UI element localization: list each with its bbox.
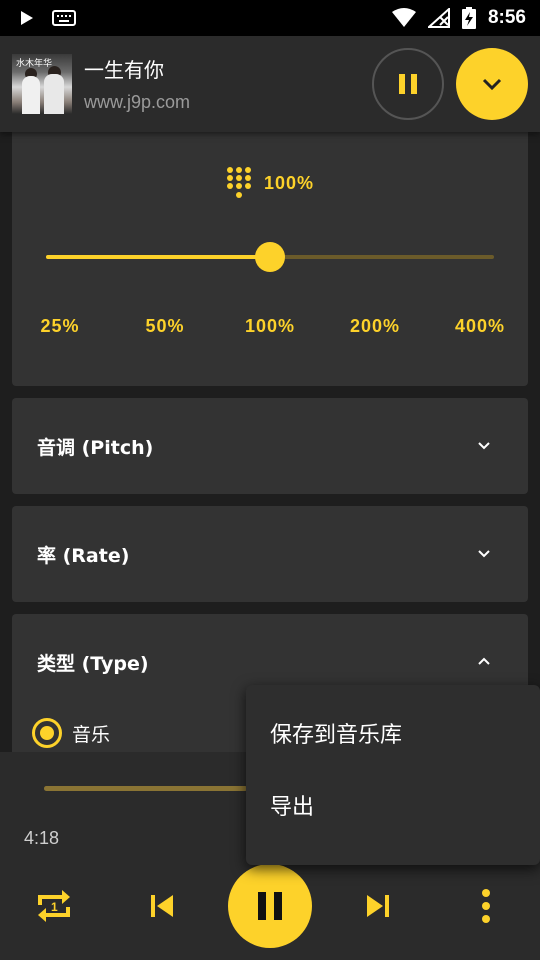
speed-ticks: 25% 50% 100% 200% 400% <box>24 316 516 337</box>
skip-next-icon <box>367 895 389 917</box>
chevron-down-icon <box>478 550 490 558</box>
more-vertical-icon <box>482 889 490 923</box>
pause-icon <box>399 74 417 94</box>
type-label: 类型 (Type) <box>37 653 149 675</box>
settings-content[interactable]: 100% 25% 50% 100% 200% 400% 音调 (Pitch) 率 (Ra… <box>0 132 540 752</box>
skip-previous-icon <box>151 895 173 917</box>
dialpad-icon <box>227 167 251 198</box>
header-pause-button[interactable] <box>372 48 444 120</box>
wifi-icon <box>391 8 416 27</box>
speed-tick-label[interactable]: 50% <box>129 316 201 337</box>
menu-item-export[interactable]: 导出 <box>246 769 540 841</box>
speed-current: 100% <box>264 172 315 193</box>
cover-text: 水木年华 <box>16 59 53 69</box>
now-playing-header[interactable]: 水木年华 一生有你 www.j9p.com <box>0 36 540 132</box>
speed-tick-label[interactable]: 400% <box>444 316 516 337</box>
play-pause-button[interactable] <box>228 864 312 948</box>
slider-thumb[interactable] <box>255 242 285 272</box>
slider-fill <box>46 255 270 259</box>
svg-text:1: 1 <box>51 900 58 914</box>
status-bar: 8:56 <box>0 0 540 36</box>
rate-label: 率 (Rate) <box>37 545 130 567</box>
type-option-music[interactable]: 音乐 <box>32 718 110 748</box>
pitch-label: 音调 (Pitch) <box>37 437 154 459</box>
speed-value: 100% <box>226 166 314 200</box>
chevron-up-icon <box>478 657 490 665</box>
play-notification-icon <box>21 11 33 25</box>
progress-fill <box>44 786 248 791</box>
playback-controls: 1 <box>0 862 540 950</box>
pitch-section[interactable]: 音调 (Pitch) <box>12 398 528 494</box>
chevron-down-icon <box>482 78 502 91</box>
no-signal-icon <box>427 8 450 28</box>
song-artist: www.j9p.com <box>84 92 191 112</box>
speed-card: 100% 25% 50% 100% 200% 400% <box>12 132 528 386</box>
elapsed-time: 4:18 <box>24 828 60 848</box>
speed-tick-label[interactable]: 100% <box>234 316 306 337</box>
chevron-down-icon <box>478 442 490 450</box>
status-time: 8:56 <box>487 7 526 28</box>
rate-section[interactable]: 率 (Rate) <box>12 506 528 602</box>
keyboard-icon <box>52 10 76 26</box>
repeat-one-button[interactable]: 1 <box>30 884 78 928</box>
speed-tick-label[interactable]: 200% <box>339 316 411 337</box>
speed-tick-label[interactable]: 25% <box>24 316 96 337</box>
repeat-one-icon: 1 <box>38 890 70 922</box>
type-option-label: 音乐 <box>72 723 111 746</box>
previous-button[interactable] <box>140 884 184 928</box>
menu-item-save-to-library[interactable]: 保存到音乐库 <box>246 697 540 769</box>
album-cover: 水木年华 <box>12 54 72 114</box>
options-menu: 保存到音乐库 导出 <box>246 685 540 865</box>
more-options-button[interactable] <box>466 884 506 928</box>
pause-icon <box>258 892 282 920</box>
speed-slider[interactable] <box>46 242 494 272</box>
battery-charging-icon <box>461 7 476 29</box>
song-title: 一生有你 <box>84 58 164 82</box>
collapse-player-button[interactable] <box>456 48 528 120</box>
next-button[interactable] <box>356 884 400 928</box>
radio-button[interactable] <box>32 718 62 748</box>
